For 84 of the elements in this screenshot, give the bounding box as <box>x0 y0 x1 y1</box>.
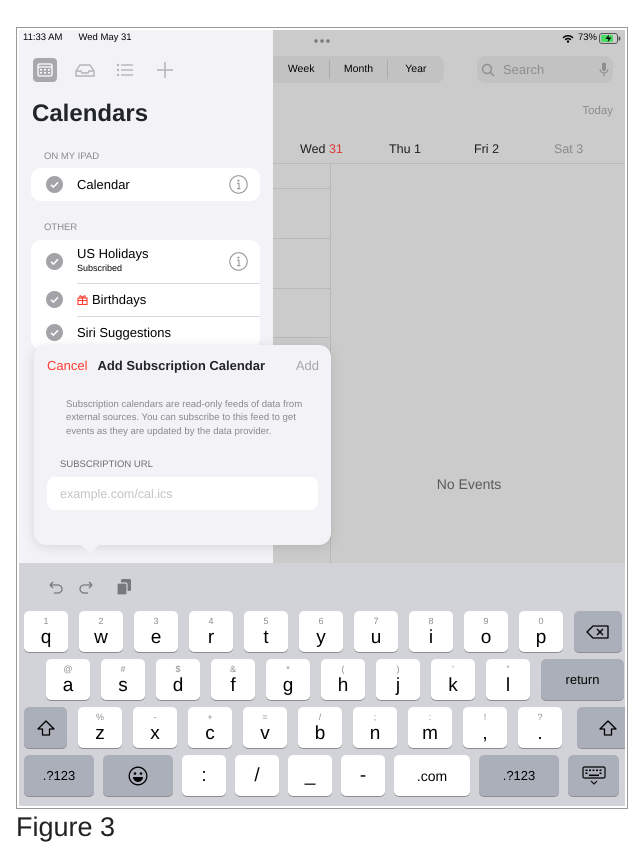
url-input-field[interactable]: example.com/cal.ics <box>47 477 318 510</box>
keyboard-key[interactable]: 2 w <box>79 611 123 652</box>
keyboard-key[interactable]: = v <box>243 707 287 748</box>
keyboard-key[interactable]: 5 t <box>244 611 288 652</box>
shift-key[interactable] <box>24 707 67 748</box>
calendar-name: Calendar <box>77 176 130 193</box>
calendar-subtitle: Subscribed <box>77 262 124 276</box>
wifi-icon <box>562 34 574 42</box>
delete-icon <box>586 624 610 638</box>
keyboard-key[interactable]: ) j <box>376 659 420 700</box>
numbers-key[interactable]: .?123 <box>24 755 94 796</box>
day-header: Fri 2 <box>474 141 500 158</box>
battery-percentage: 73% <box>578 30 597 45</box>
keyboard-key[interactable]: $ d <box>156 659 200 700</box>
emoji-key[interactable] <box>103 755 173 796</box>
keyboard-key[interactable]: + c <box>188 707 232 748</box>
info-icon[interactable] <box>229 252 248 270</box>
keyboard-key[interactable]: - x <box>133 707 177 748</box>
checkmark-icon[interactable] <box>46 252 63 270</box>
search-icon <box>481 62 495 76</box>
shift-icon <box>598 718 618 736</box>
keyboard-key[interactable]: 1 q <box>24 611 68 652</box>
sidebar-title: Calendars <box>32 100 150 128</box>
calendar-icon[interactable] <box>33 58 57 82</box>
keyboard-key[interactable]: 6 y <box>299 611 343 652</box>
numbers-key[interactable]: .?123 <box>479 755 559 796</box>
calendar-name: US Holidays <box>77 246 149 262</box>
gift-icon <box>77 294 88 305</box>
section-header: ON MY IPAD <box>44 150 100 164</box>
view-tab[interactable]: Month <box>329 60 387 79</box>
keyboard-key[interactable]: 4 r <box>189 611 233 652</box>
keyboard-key[interactable]: - <box>341 755 385 796</box>
keyboard-key[interactable]: _ <box>288 755 332 796</box>
keyboard-key[interactable]: 9 o <box>464 611 508 652</box>
shift-icon <box>36 718 56 736</box>
keyboard-key[interactable]: % z <box>78 707 122 748</box>
keyboard-key[interactable]: ! , <box>463 707 507 748</box>
battery-icon <box>599 32 621 44</box>
keyboard-key[interactable]: ( h <box>321 659 365 700</box>
keyboard-key[interactable]: 7 u <box>354 611 398 652</box>
keyboard-key[interactable]: 3 e <box>134 611 178 652</box>
keyboard-dismiss-icon <box>582 766 606 786</box>
return-key[interactable]: return <box>541 659 624 700</box>
calendar-name: Siri Suggestions <box>77 324 171 340</box>
keyboard-key[interactable]: * g <box>266 659 310 700</box>
day-header: Wed 31 <box>300 141 343 158</box>
description-text: Subscription calendars are read-only feeds of data from external sources. You can subscribe to this feed to get events as they are updated by the data provider. <box>66 398 304 438</box>
keyboard-key[interactable]: / <box>235 755 279 796</box>
view-tab[interactable]: Week <box>273 60 330 79</box>
info-icon[interactable] <box>229 175 248 194</box>
empty-state-text: No Events <box>436 475 502 494</box>
emoji-icon <box>128 766 148 786</box>
paste-icon[interactable] <box>116 578 132 596</box>
dotcom-key[interactable]: .com <box>394 755 470 796</box>
keyboard-key[interactable]: : <box>182 755 226 796</box>
calendar-name: Birthdays <box>92 292 146 308</box>
day-header: Thu 1 <box>389 141 421 158</box>
keyboard-key[interactable]: @ a <box>46 659 90 700</box>
status-date: Wed May 31 <box>78 30 132 45</box>
keyboard-key[interactable]: / b <box>298 707 342 748</box>
keyboard-key[interactable]: ; n <box>353 707 397 748</box>
microphone-icon <box>599 62 609 77</box>
keyboard-key[interactable]: # s <box>101 659 145 700</box>
checkmark-icon[interactable] <box>46 324 63 340</box>
keyboard-key[interactable]: ” l <box>486 659 530 700</box>
shift-key[interactable] <box>577 707 625 748</box>
checkmark-icon[interactable] <box>46 176 63 194</box>
checkmark-icon[interactable] <box>46 290 63 308</box>
keyboard-key[interactable]: 8 i <box>409 611 453 652</box>
section-header: OTHER <box>44 221 78 236</box>
keyboard-key[interactable]: 0 p <box>519 611 563 652</box>
multitasking-dots-icon[interactable] <box>314 39 330 43</box>
figure-caption: Figure 3 <box>16 812 116 842</box>
view-tab[interactable]: Year <box>386 60 444 79</box>
status-time: 11:33 AM <box>23 30 62 45</box>
keyboard-key[interactable]: ’ k <box>431 659 475 700</box>
keyboard-key[interactable]: & f <box>211 659 255 700</box>
delete-key[interactable] <box>574 611 622 652</box>
field-label: SUBSCRIPTION URL <box>60 458 154 472</box>
dismiss-keyboard-key[interactable] <box>568 755 619 796</box>
keyboard-key[interactable]: ? . <box>518 707 562 748</box>
popover-title: Add Subscription Calendar <box>97 357 266 375</box>
keyboard-key[interactable]: : m <box>408 707 452 748</box>
day-header: Sat 3 <box>554 141 584 158</box>
